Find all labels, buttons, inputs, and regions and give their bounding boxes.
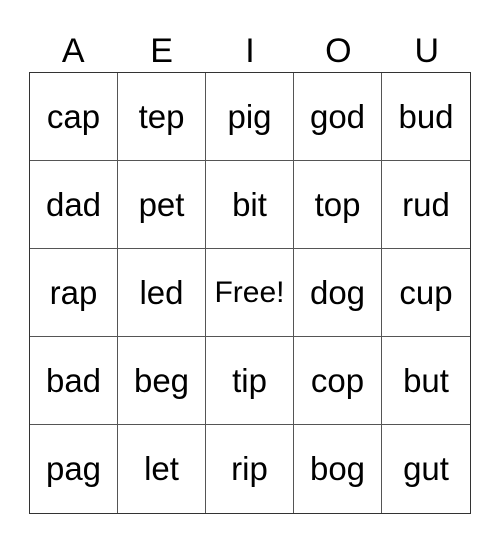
bingo-cell[interactable]: dad [30,161,118,249]
bingo-cell[interactable]: rap [30,249,118,337]
bingo-cell[interactable]: top [294,161,382,249]
bingo-cell[interactable]: rip [206,425,294,513]
bingo-cell[interactable]: bit [206,161,294,249]
bingo-cell[interactable]: led [118,249,206,337]
bingo-cell[interactable]: tip [206,337,294,425]
bingo-cell[interactable]: cap [30,73,118,161]
bingo-cell[interactable]: beg [118,337,206,425]
bingo-cell[interactable]: rud [382,161,470,249]
header-letter: I [245,32,255,70]
bingo-cell[interactable]: let [118,425,206,513]
bingo-cell[interactable]: gut [382,425,470,513]
bingo-card-grid: cap tep pig god bud dad pet bit top rud … [29,72,471,514]
bingo-header: A E I O U [29,30,471,72]
bingo-cell[interactable]: but [382,337,470,425]
free-space-cell[interactable]: Free! [206,249,294,337]
bingo-cell[interactable]: cup [382,249,470,337]
bingo-cell[interactable]: pig [206,73,294,161]
bingo-cell[interactable]: tep [118,73,206,161]
header-letter: O [325,32,352,70]
header-letter: A [61,32,85,70]
bingo-cell[interactable]: god [294,73,382,161]
header-letter: U [414,32,440,70]
bingo-cell[interactable]: bog [294,425,382,513]
bingo-cell[interactable]: pet [118,161,206,249]
bingo-cell[interactable]: pag [30,425,118,513]
header-letter: E [150,32,173,70]
bingo-cell[interactable]: bad [30,337,118,425]
bingo-cell[interactable]: cop [294,337,382,425]
bingo-cell[interactable]: bud [382,73,470,161]
bingo-cell[interactable]: dog [294,249,382,337]
